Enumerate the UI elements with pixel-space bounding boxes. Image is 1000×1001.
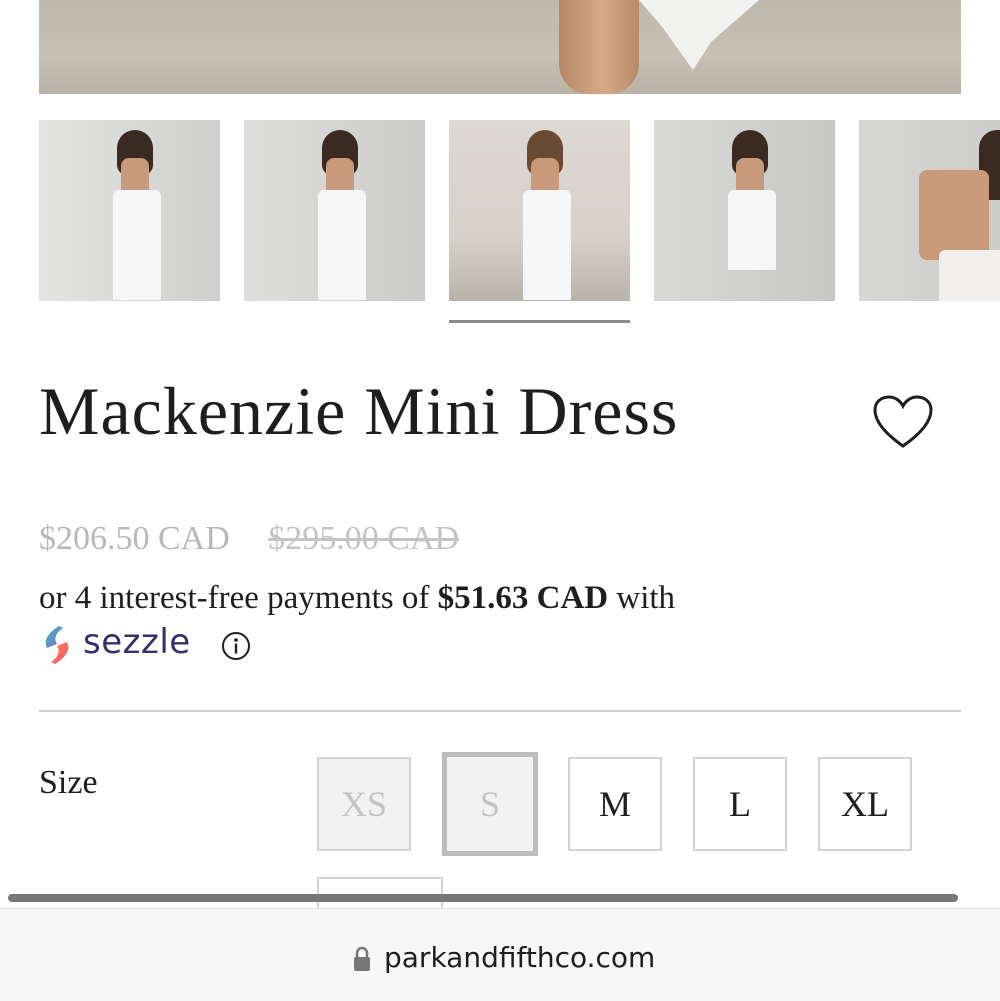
size-option-m[interactable]: M xyxy=(568,757,662,851)
installment-amount: $51.63 CAD xyxy=(437,580,609,616)
sale-price: $206.50 CAD xyxy=(39,520,230,557)
size-label: Size xyxy=(39,764,98,801)
model-figure xyxy=(314,130,366,301)
heart-icon[interactable] xyxy=(872,394,934,450)
sezzle-logo-icon xyxy=(45,626,69,664)
size-option-xl[interactable]: XL xyxy=(818,757,912,851)
model-figure xyxy=(109,130,161,301)
thumbnail-2[interactable] xyxy=(244,120,425,301)
thumbnail-strip xyxy=(39,120,1000,301)
installment-suffix: with xyxy=(608,580,676,616)
installment-text: or 4 interest-free payments of $51.63 CA… xyxy=(39,580,675,617)
thumbnail-1[interactable] xyxy=(39,120,220,301)
price-row: $206.50 CAD $295.00 CAD xyxy=(39,520,459,558)
model-leg-detail xyxy=(559,0,639,94)
thumbnail-5[interactable] xyxy=(859,120,1000,301)
active-thumbnail-indicator xyxy=(449,320,630,323)
dress-fabric-detail xyxy=(639,0,759,70)
browser-address-bar[interactable]: parkandfifthco.com xyxy=(0,908,1000,1001)
size-option-s[interactable]: S xyxy=(442,752,538,856)
size-option-xs[interactable]: XS xyxy=(317,757,411,851)
model-figure xyxy=(909,130,1000,301)
sezzle-wordmark: sezzle xyxy=(83,622,191,662)
size-option-l[interactable]: L xyxy=(693,757,787,851)
original-price: $295.00 CAD xyxy=(268,520,460,557)
model-figure xyxy=(519,130,571,301)
horizontal-scrollbar[interactable] xyxy=(8,894,958,902)
installment-prefix: or 4 interest-free payments of xyxy=(39,580,438,616)
product-title: Mackenzie Mini Dress xyxy=(39,373,679,449)
url-text: parkandfifthco.com xyxy=(384,941,656,974)
section-divider xyxy=(39,710,961,712)
info-icon[interactable] xyxy=(221,631,251,661)
thumbnail-4[interactable] xyxy=(654,120,835,301)
lock-icon xyxy=(354,946,370,971)
thumbnail-3[interactable] xyxy=(449,120,630,301)
model-figure xyxy=(724,130,776,301)
product-main-image[interactable] xyxy=(39,0,961,94)
